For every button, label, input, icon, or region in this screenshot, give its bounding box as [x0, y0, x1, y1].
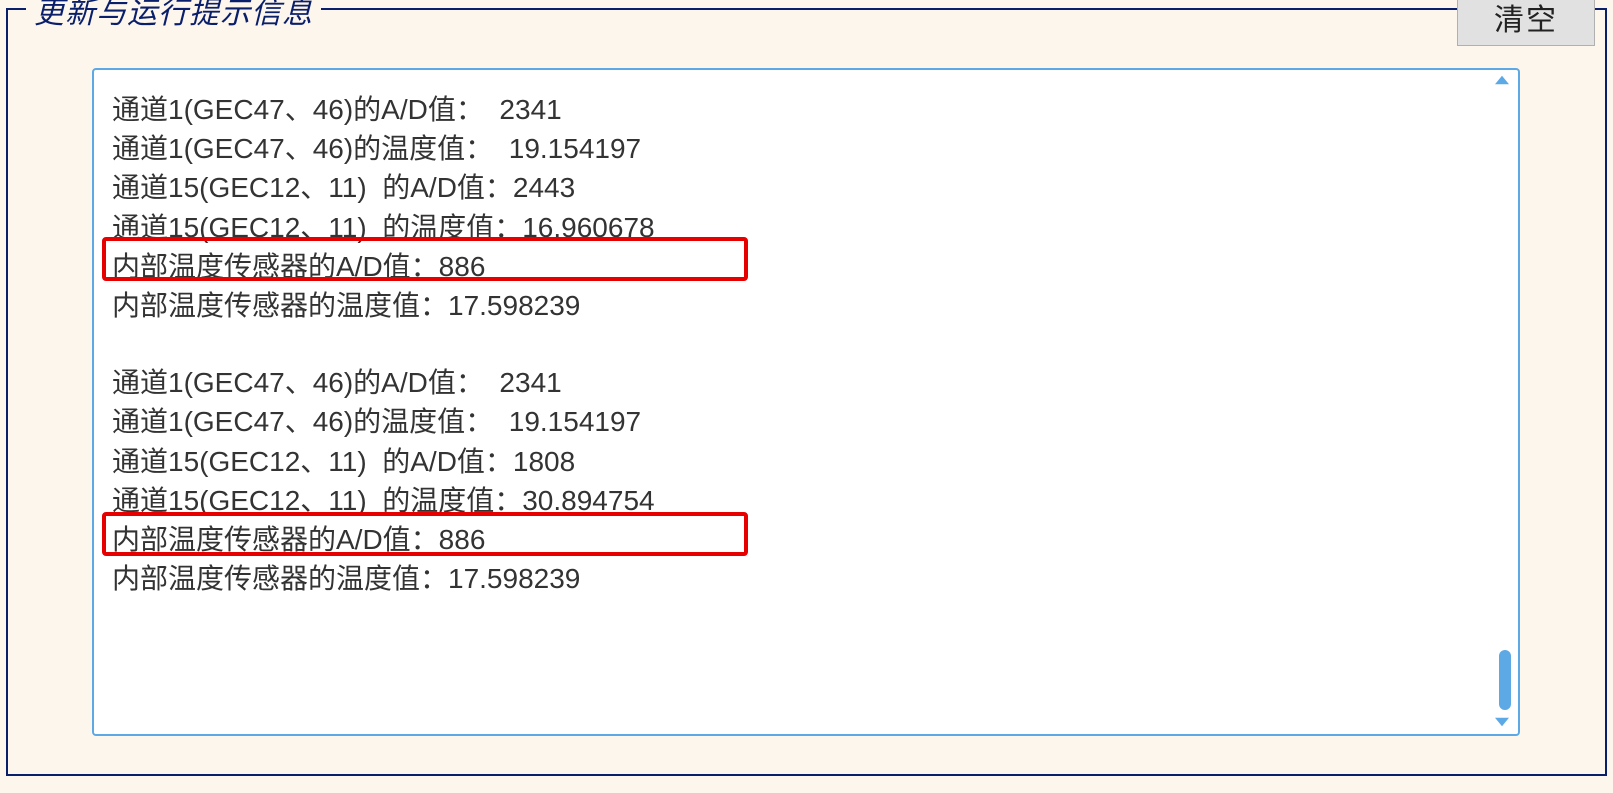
- scroll-down-icon[interactable]: [1492, 716, 1512, 730]
- log-line: 通道1(GEC47、46)的A/D值： 2341: [112, 363, 1500, 402]
- log-textarea[interactable]: 通道1(GEC47、46)的A/D值： 2341 通道1(GEC47、46)的温…: [92, 68, 1520, 736]
- scrollbar-thumb[interactable]: [1499, 650, 1511, 710]
- log-line: [112, 325, 1500, 363]
- log-line: 通道15(GEC12、11) 的A/D值：2443: [112, 168, 1500, 207]
- log-line: 通道15(GEC12、11) 的温度值：30.894754: [112, 481, 1500, 520]
- log-line: 通道1(GEC47、46)的A/D值： 2341: [112, 90, 1500, 129]
- log-line: 通道15(GEC12、11) 的A/D值：1808: [112, 442, 1500, 481]
- log-panel: 更新与运行提示信息 清空 通道1(GEC47、46)的A/D值： 2341 通道…: [6, 8, 1607, 776]
- log-line: 通道1(GEC47、46)的温度值： 19.154197: [112, 402, 1500, 441]
- log-line: 内部温度传感器的A/D值：886: [112, 520, 1500, 559]
- log-line: 通道1(GEC47、46)的温度值： 19.154197: [112, 129, 1500, 168]
- log-content: 通道1(GEC47、46)的A/D值： 2341 通道1(GEC47、46)的温…: [94, 70, 1518, 734]
- scroll-up-icon[interactable]: [1492, 74, 1512, 88]
- clear-button[interactable]: 清空: [1457, 0, 1595, 46]
- log-line: 通道15(GEC12、11) 的温度值：16.960678: [112, 208, 1500, 247]
- panel-title: 更新与运行提示信息: [26, 0, 321, 32]
- log-line: 内部温度传感器的A/D值：886: [112, 247, 1500, 286]
- log-line: 内部温度传感器的温度值：17.598239: [112, 286, 1500, 325]
- log-line: 内部温度传感器的温度值：17.598239: [112, 559, 1500, 598]
